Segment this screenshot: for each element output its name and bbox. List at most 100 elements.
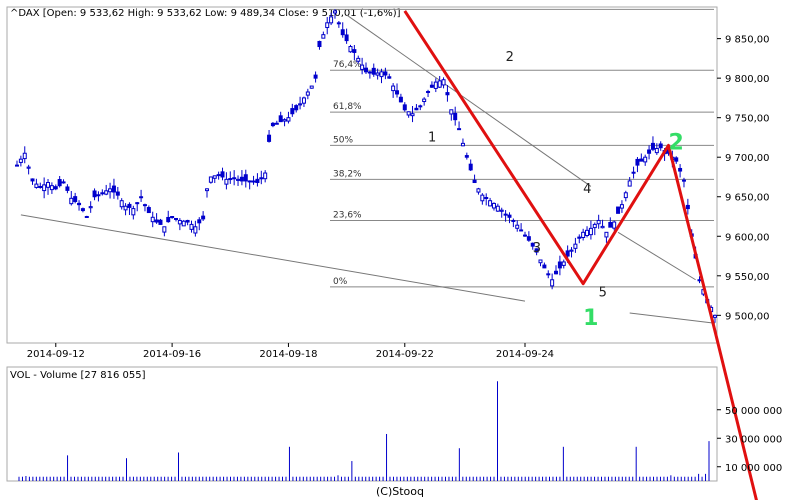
candle-body xyxy=(146,207,151,214)
candle-body xyxy=(232,177,237,180)
candle-body xyxy=(274,122,279,125)
candle-body xyxy=(503,213,508,216)
candle-body xyxy=(111,185,116,193)
candle-body xyxy=(585,229,590,237)
candle-body xyxy=(422,98,427,103)
candle-body xyxy=(193,226,198,234)
candle-body xyxy=(150,216,155,223)
candle-body xyxy=(127,203,132,208)
candle-body xyxy=(30,178,35,182)
price-panel-frame xyxy=(6,6,718,344)
candle-body xyxy=(294,105,299,111)
candle-body xyxy=(270,122,275,127)
candle-body xyxy=(379,71,384,78)
footer-credit: (C)Stooq xyxy=(375,485,424,498)
candle-body xyxy=(220,171,225,178)
candle-body xyxy=(445,92,450,96)
candle-body xyxy=(565,250,570,257)
candle-body xyxy=(290,108,295,115)
candle-body xyxy=(84,216,89,219)
candle-body xyxy=(80,208,85,212)
candle-body xyxy=(476,188,481,193)
candle-body xyxy=(243,174,248,182)
candle-body xyxy=(135,202,140,205)
candle-body xyxy=(650,142,655,150)
candle-body xyxy=(480,194,485,202)
candle-body xyxy=(177,219,182,225)
candle-body xyxy=(592,223,597,229)
candle-body xyxy=(639,158,644,162)
candle-body xyxy=(267,134,272,142)
candle-body xyxy=(569,249,574,252)
fib-level-label: 76,4% xyxy=(333,60,362,70)
candle-body xyxy=(236,178,241,181)
candle-body xyxy=(395,90,400,95)
candle-body xyxy=(674,157,679,162)
candle-body xyxy=(305,91,310,96)
candle-body xyxy=(383,71,388,76)
x-tick-label: 2014-09-24 xyxy=(496,349,554,360)
candle-body xyxy=(387,76,392,79)
candle-body xyxy=(42,184,47,192)
candle-body xyxy=(77,202,82,206)
candle-body xyxy=(212,175,217,179)
fib-level-label: 61,8% xyxy=(333,102,362,112)
candle-body xyxy=(162,226,167,233)
candle-body xyxy=(697,279,702,282)
volume-y-tick-label: 30 000 000 xyxy=(725,434,782,445)
elliott-wave-label: 1 xyxy=(428,130,436,145)
candle-body xyxy=(554,270,559,275)
candle-body xyxy=(73,196,78,202)
candle-body xyxy=(356,57,361,62)
candle-body xyxy=(173,217,178,220)
candle-body xyxy=(511,219,516,222)
candle-body xyxy=(654,148,659,154)
candle-body xyxy=(433,81,438,89)
candle-body xyxy=(255,178,260,184)
candle-body xyxy=(484,197,489,200)
candle-body xyxy=(18,158,23,163)
candle-body xyxy=(472,179,477,184)
candle-body xyxy=(631,171,636,174)
candle-body xyxy=(216,174,221,177)
candle-body xyxy=(391,85,396,92)
trendline xyxy=(617,231,696,281)
price-y-tick-label: 9 700,00 xyxy=(725,153,770,164)
candle-body xyxy=(402,104,407,111)
candle-body xyxy=(507,214,512,218)
candle-body xyxy=(88,206,93,209)
candle-body xyxy=(627,180,632,187)
candle-body xyxy=(336,22,341,25)
volume-plot-area xyxy=(18,381,710,481)
candle-body xyxy=(278,115,283,123)
x-tick-label: 2014-09-18 xyxy=(259,349,317,360)
candle-body xyxy=(612,221,617,229)
candle-body xyxy=(185,219,190,223)
candle-body xyxy=(449,109,454,115)
candle-body xyxy=(123,205,128,211)
candle-body xyxy=(34,183,39,188)
price-y-tick-label: 9 500,00 xyxy=(725,311,770,322)
candle-body xyxy=(608,222,613,228)
candle-body xyxy=(15,164,19,167)
candle-body xyxy=(643,156,648,163)
wave-count-label: 1 xyxy=(583,306,598,331)
candle-body xyxy=(115,191,120,196)
candle-body xyxy=(332,10,337,14)
price-y-tick-label: 9 550,00 xyxy=(725,272,770,283)
candle-body xyxy=(158,219,163,225)
candle-body xyxy=(375,72,380,76)
x-tick-label: 2014-09-12 xyxy=(27,349,85,360)
candle-body xyxy=(317,40,322,48)
candle-body xyxy=(573,243,578,249)
candle-body xyxy=(309,85,314,89)
volume-y-tick-label: 50 000 000 xyxy=(725,406,782,417)
elliott-wave-label: 3 xyxy=(533,241,541,256)
candle-body xyxy=(441,79,446,86)
candle-body xyxy=(647,149,652,154)
candle-body xyxy=(522,234,527,237)
candle-body xyxy=(247,180,252,183)
candle-body xyxy=(344,34,349,42)
fib-level-label: 0% xyxy=(333,277,348,287)
candle-body xyxy=(282,119,287,122)
